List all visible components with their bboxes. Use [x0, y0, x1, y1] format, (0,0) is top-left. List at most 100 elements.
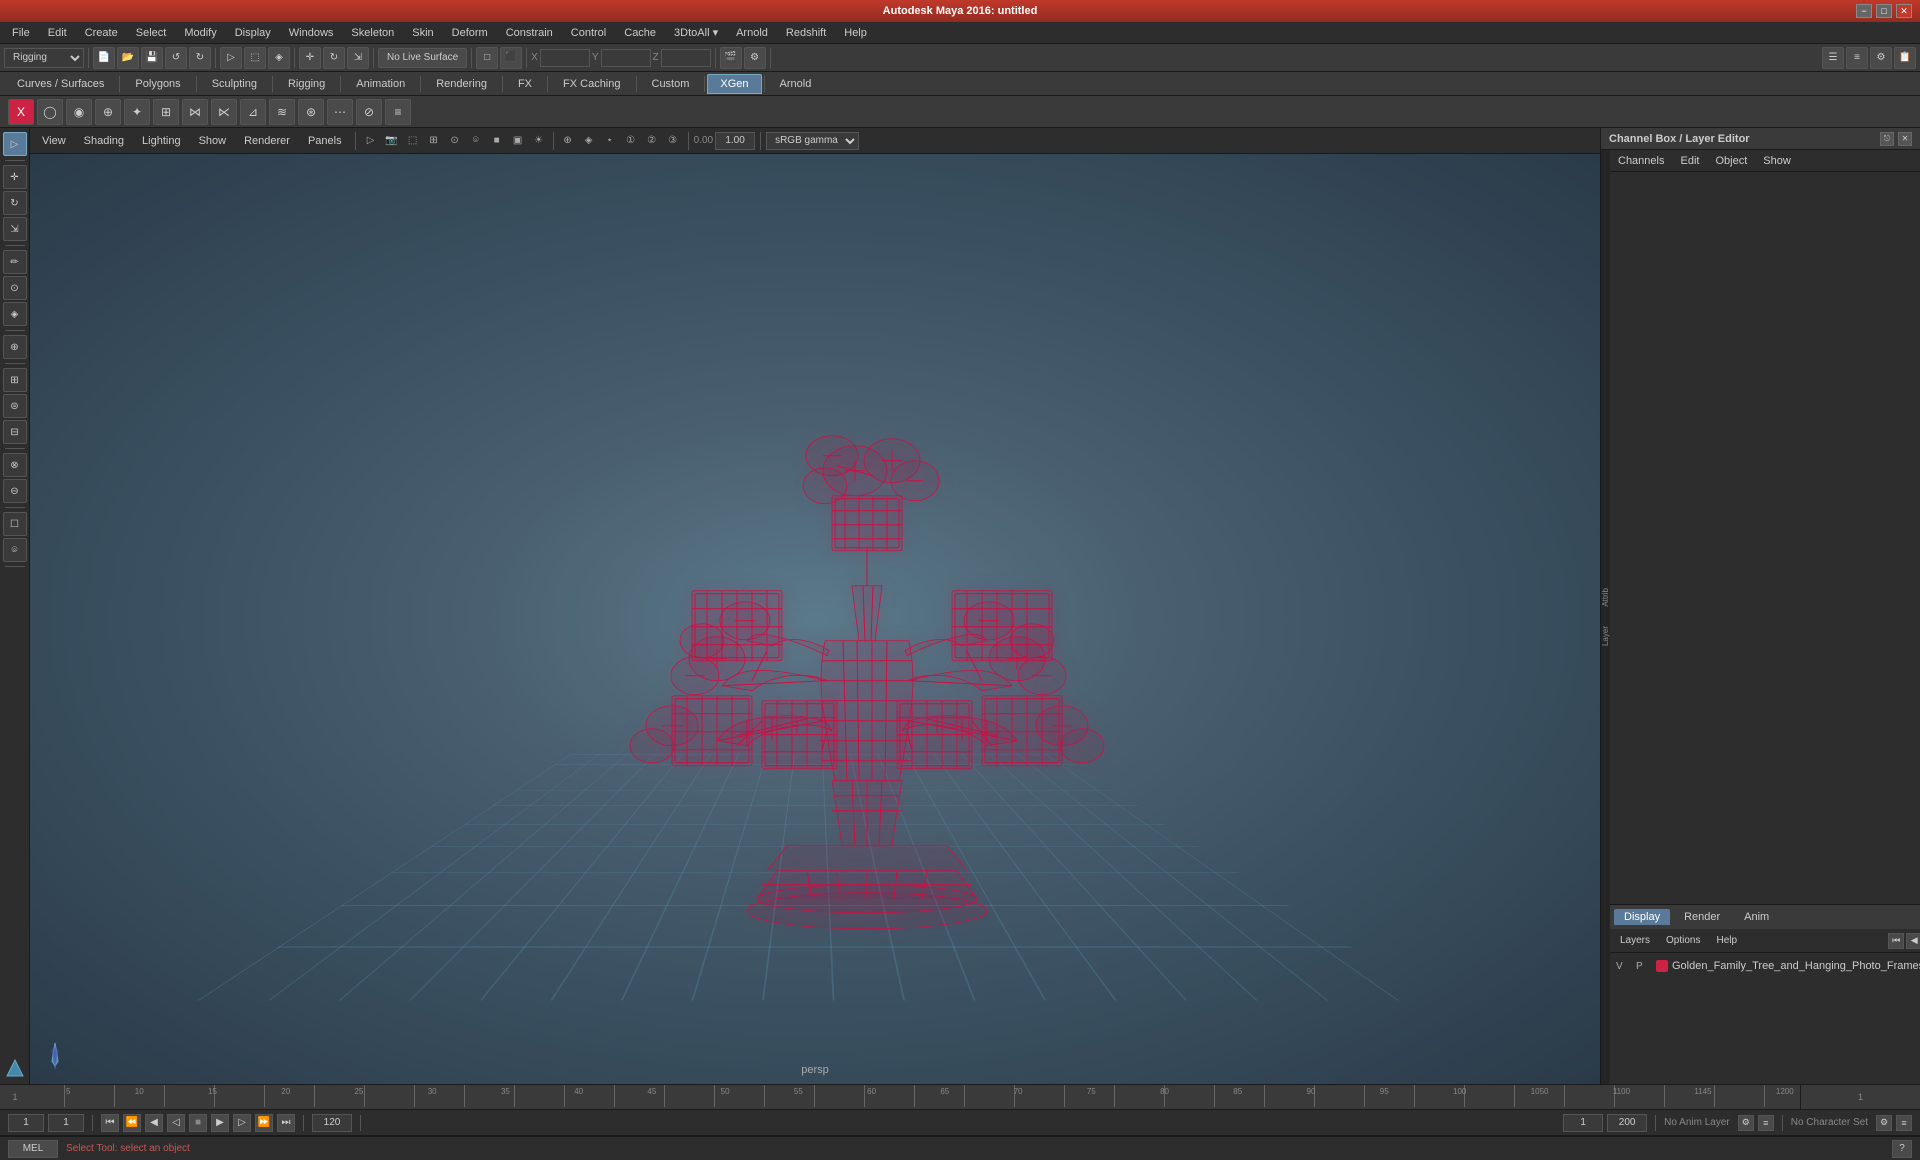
- tab-animation[interactable]: Animation: [343, 74, 418, 94]
- layer-nav-back2[interactable]: ◀: [1906, 933, 1920, 949]
- menu-redshift[interactable]: Redshift: [778, 25, 834, 41]
- menu-control[interactable]: Control: [563, 25, 614, 41]
- vp-icon-hulls[interactable]: ⊕: [558, 131, 578, 151]
- vp-icon-frame[interactable]: ⬚: [403, 131, 423, 151]
- tab-sculpting[interactable]: Sculpting: [199, 74, 270, 94]
- tab-arnold[interactable]: Arnold: [767, 74, 825, 94]
- cb-tab-show[interactable]: Show: [1759, 153, 1795, 169]
- vp-icon-snap[interactable]: ⊙: [445, 131, 465, 151]
- maximize-button[interactable]: □: [1876, 4, 1892, 18]
- frame-start-input[interactable]: [8, 1114, 44, 1132]
- vp-icon-nurbs[interactable]: ◈: [579, 131, 599, 151]
- skip-to-start-button[interactable]: ⏮: [101, 1114, 119, 1132]
- shelf-btn-2[interactable]: ◯: [37, 99, 63, 125]
- vp-menu-view[interactable]: View: [34, 133, 74, 149]
- vp-icon-select[interactable]: ▷: [361, 131, 381, 151]
- redo-button[interactable]: ↻: [189, 47, 211, 69]
- vp-menu-renderer[interactable]: Renderer: [236, 133, 298, 149]
- play-forward-button[interactable]: ▶: [211, 1114, 229, 1132]
- scale-tool-button[interactable]: ⇲: [347, 47, 369, 69]
- close-button[interactable]: ✕: [1896, 4, 1912, 18]
- help-menu[interactable]: Help: [1710, 934, 1743, 947]
- anim-value-input[interactable]: [715, 132, 755, 150]
- play-back-button[interactable]: ◁: [167, 1114, 185, 1132]
- shelf-btn-7[interactable]: ⋈: [182, 99, 208, 125]
- vp-icon-camera[interactable]: 📷: [382, 131, 402, 151]
- scale-tool-left[interactable]: ⇲: [3, 217, 27, 241]
- range-start-input[interactable]: [1563, 1114, 1603, 1132]
- rotate-tool-button[interactable]: ↻: [323, 47, 345, 69]
- shelf-btn-13[interactable]: ⊘: [356, 99, 382, 125]
- paint-tool-left[interactable]: ✏: [3, 250, 27, 274]
- vp-icon-texture[interactable]: ▣: [508, 131, 528, 151]
- rotate-tool-left[interactable]: ↻: [3, 191, 27, 215]
- minimize-button[interactable]: −: [1856, 4, 1872, 18]
- open-file-button[interactable]: 📂: [117, 47, 139, 69]
- tab-polygons[interactable]: Polygons: [122, 74, 193, 94]
- outliner-toggle[interactable]: 📋: [1894, 47, 1916, 69]
- le-tab-anim[interactable]: Anim: [1734, 909, 1779, 925]
- mel-button[interactable]: MEL: [8, 1140, 58, 1158]
- shelf-btn-11[interactable]: ⊛: [298, 99, 324, 125]
- render-button[interactable]: 🎬: [720, 47, 742, 69]
- gamma-dropdown[interactable]: sRGB gamma: [766, 132, 859, 150]
- frame-current-input[interactable]: [48, 1114, 84, 1132]
- cb-tab-edit[interactable]: Edit: [1676, 153, 1703, 169]
- paint-select-button[interactable]: ◈: [268, 47, 290, 69]
- layer-nav-back1[interactable]: ⏮: [1888, 933, 1904, 949]
- shelf-btn-12[interactable]: ⋯: [327, 99, 353, 125]
- menu-select[interactable]: Select: [128, 25, 175, 41]
- channel-box-toggle[interactable]: ☰: [1822, 47, 1844, 69]
- tab-fx[interactable]: FX: [505, 74, 545, 94]
- menu-arnold[interactable]: Arnold: [728, 25, 776, 41]
- tool-settings-toggle[interactable]: ⚙: [1870, 47, 1892, 69]
- shelf-btn-10[interactable]: ≋: [269, 99, 295, 125]
- vp-menu-panels[interactable]: Panels: [300, 133, 350, 149]
- frame-end-input[interactable]: [312, 1114, 352, 1132]
- menu-deform[interactable]: Deform: [444, 25, 496, 41]
- menu-3dtall[interactable]: 3DtoAll ▾: [666, 24, 726, 41]
- x-input[interactable]: [540, 49, 590, 67]
- shelf-btn-6[interactable]: ⊞: [153, 99, 179, 125]
- menu-skeleton[interactable]: Skeleton: [343, 25, 402, 41]
- new-file-button[interactable]: 📄: [93, 47, 115, 69]
- lasso-select-button[interactable]: ⬚: [244, 47, 266, 69]
- menu-skin[interactable]: Skin: [404, 25, 441, 41]
- step-back-key-button[interactable]: ⏪: [123, 1114, 141, 1132]
- skip-to-end-button[interactable]: ⏭: [277, 1114, 295, 1132]
- timeline-ruler[interactable]: 5 10 15 20 25 30 35 40 45 50 55 60 65 70: [60, 1085, 1800, 1109]
- options-menu[interactable]: Options: [1660, 934, 1706, 947]
- help-line-toggle[interactable]: ?: [1892, 1140, 1912, 1158]
- joint-tool-left[interactable]: ⊕: [3, 335, 27, 359]
- save-file-button[interactable]: 💾: [141, 47, 163, 69]
- menu-modify[interactable]: Modify: [176, 25, 224, 41]
- menu-constrain[interactable]: Constrain: [498, 25, 561, 41]
- select-tool-button[interactable]: ▷: [220, 47, 242, 69]
- symmetry-left[interactable]: ⊖: [3, 479, 27, 503]
- menu-edit[interactable]: Edit: [40, 25, 75, 41]
- snap-point-left[interactable]: ⊟: [3, 420, 27, 444]
- frame-selected-button[interactable]: □: [476, 47, 498, 69]
- xray-left[interactable]: ☐: [3, 512, 27, 536]
- layers-menu[interactable]: Layers: [1614, 934, 1656, 947]
- shelf-btn-1[interactable]: X: [8, 99, 34, 125]
- layer-vis-v[interactable]: V: [1616, 961, 1632, 972]
- shelf-btn-4[interactable]: ⊕: [95, 99, 121, 125]
- soft-select-left[interactable]: ⊗: [3, 453, 27, 477]
- stop-button[interactable]: ■: [189, 1114, 207, 1132]
- tab-xgen[interactable]: XGen: [707, 74, 761, 94]
- shelf-btn-5[interactable]: ✦: [124, 99, 150, 125]
- attr-editor-toggle[interactable]: ≡: [1846, 47, 1868, 69]
- vp-icon-wire[interactable]: ⌾: [466, 131, 486, 151]
- shelf-btn-14[interactable]: ≡: [385, 99, 411, 125]
- step-fwd-key-button[interactable]: ⏩: [255, 1114, 273, 1132]
- menu-display[interactable]: Display: [227, 25, 279, 41]
- step-back-button[interactable]: ◀: [145, 1114, 163, 1132]
- step-forward-button[interactable]: ▷: [233, 1114, 251, 1132]
- snap-curve-left[interactable]: ⊜: [3, 394, 27, 418]
- vp-icon-grid[interactable]: ⊞: [424, 131, 444, 151]
- fps-input[interactable]: [1607, 1114, 1647, 1132]
- poly-tool-left[interactable]: ◈: [3, 302, 27, 326]
- layer-vis-p[interactable]: P: [1636, 961, 1652, 972]
- shelf-btn-9[interactable]: ⊿: [240, 99, 266, 125]
